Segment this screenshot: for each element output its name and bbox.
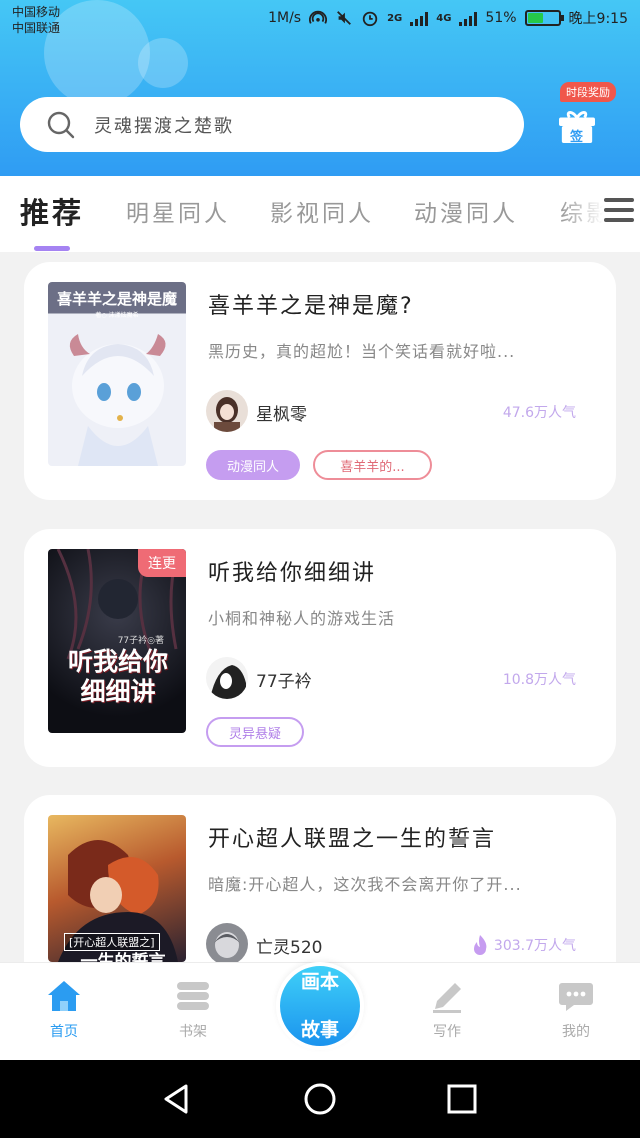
nav-home[interactable]: 首页 [14, 963, 114, 1061]
gift-label: 签 [570, 130, 584, 145]
author-avatar[interactable] [206, 657, 248, 699]
popularity-value: 47.6万人气 [502, 405, 576, 421]
popularity: 10.8万人气 [503, 669, 576, 689]
topic-tag[interactable]: 喜羊羊的... [313, 450, 432, 480]
genre-tag[interactable]: 灵异悬疑 [206, 717, 304, 747]
battery-icon [524, 10, 564, 26]
alarm-icon [362, 11, 378, 27]
cover-title: 喜羊羊之是神是魔 [56, 290, 177, 308]
net-4g-label: 4G [436, 12, 452, 24]
book-desc: 黑历史，真的超尬！当个笑话看就好啦... [208, 342, 516, 361]
tab-film-fanfic[interactable]: 影视同人 [270, 194, 374, 228]
system-nav-bar [0, 1060, 640, 1138]
clock: 晚上9:15 [568, 11, 628, 27]
home-icon [48, 981, 80, 1011]
recents-icon[interactable] [445, 1082, 479, 1116]
cover-author: 77子衿◎著 [117, 636, 164, 646]
decor-bubble [138, 38, 188, 88]
author-name[interactable]: 77子衿 [256, 667, 312, 692]
nav-write-label: 写作 [433, 1024, 461, 1040]
cover-art [69, 334, 166, 466]
author-name[interactable]: 亡灵520 [256, 933, 322, 958]
reward-badge: 时段奖励 [560, 82, 616, 102]
book-title[interactable]: 听我给你细细讲 [208, 555, 376, 587]
nav-bookshelf-label: 书架 [179, 1024, 207, 1040]
carrier-2: 中国联通 [12, 21, 61, 35]
search-bar[interactable]: 灵魂摆渡之楚歌 [20, 97, 524, 152]
nav-mine-label: 我的 [562, 1024, 590, 1040]
book-card[interactable]: 喜羊羊之是神是魔 著○ 沫漾炫魔希 喜羊羊之是神是魔? 黑历史，真的超尬！当个笑… [24, 262, 616, 500]
cover-title: 听我给你细细讲 [67, 647, 168, 706]
status-right: 1M/s 2G 4G 51% 晚上9:15 [268, 8, 628, 28]
book-desc: 小桐和神秘人的游戏生活 [208, 609, 396, 628]
tab-anime-fanfic[interactable]: 动漫同人 [414, 194, 518, 228]
message-icon [559, 983, 593, 1011]
book-desc: 暗魔:开心超人，这次我不会离开你了开... [208, 875, 522, 894]
book-title[interactable]: 喜羊羊之是神是魔? [208, 288, 414, 320]
fire-icon [473, 935, 487, 955]
author-avatar[interactable] [206, 923, 248, 965]
book-cover: [开心超人联盟之] 一生的誓言 [48, 815, 186, 962]
popularity: 47.6万人气 [503, 402, 576, 422]
signal-icon [410, 10, 429, 26]
search-placeholder: 灵魂摆渡之楚歌 [94, 115, 234, 137]
serializing-badge: 连更 [138, 549, 186, 577]
category-tabs: 推荐 明星同人 影视同人 动漫同人 综影 [0, 176, 640, 252]
net-speed: 1M/s [268, 10, 302, 26]
net-2g-label: 2G [387, 12, 403, 24]
nav-mine[interactable]: 我的 [526, 963, 626, 1061]
genre-tag[interactable]: 动漫同人 [206, 450, 300, 480]
status-bar: 中国移动 中国联通 1M/s 2G 4G 51% 晚上9:15 [0, 0, 640, 40]
carrier-info: 中国移动 中国联通 [12, 4, 60, 36]
nav-home-label: 首页 [50, 1024, 78, 1040]
back-icon[interactable] [160, 1082, 194, 1116]
center-line-2: 故事 [300, 1019, 339, 1041]
more-categories-button[interactable] [604, 198, 634, 226]
book-cover: 连更 77子衿◎著 听我给你细细讲 [48, 549, 186, 733]
book-title[interactable]: 开心超人联盟之一生的誓言 [208, 821, 496, 853]
tab-active-indicator [34, 246, 70, 251]
carrier-1: 中国移动 [12, 5, 61, 19]
author-name[interactable]: 星枫零 [256, 400, 307, 425]
home-circle-icon[interactable] [303, 1082, 337, 1116]
tab-star-fanfic[interactable]: 明星同人 [126, 194, 230, 228]
header: 中国移动 中国联通 1M/s 2G 4G 51% 晚上9:15 灵魂摆渡之楚歌 … [0, 0, 640, 176]
draw-story-button[interactable]: 画本 故事 [276, 962, 364, 1050]
mute-icon [337, 11, 352, 25]
signal-icon [459, 10, 478, 26]
book-card[interactable]: 连更 77子衿◎著 听我给你细细讲 听我给你细细讲 小桐和神秘人的游戏生活 77… [24, 529, 616, 767]
center-line-1: 画本 [300, 971, 339, 993]
bookshelf-icon [177, 982, 209, 1010]
popularity: 303.7万人气 [472, 935, 576, 955]
book-cover: 喜羊羊之是神是魔 著○ 沫漾炫魔希 [48, 282, 186, 466]
pen-icon [433, 983, 461, 1013]
tab-recommend[interactable]: 推荐 [20, 190, 84, 232]
checkin-gift-button[interactable]: 时段奖励 签 [556, 82, 626, 152]
nav-bookshelf[interactable]: 书架 [143, 963, 243, 1061]
cover-subtitle: 一生的誓言 [80, 952, 166, 962]
search-icon [47, 111, 75, 138]
popularity-value: 303.7万人气 [493, 938, 576, 954]
author-avatar[interactable] [206, 390, 248, 432]
popularity-value: 10.8万人气 [502, 672, 576, 688]
battery-percent: 51% [485, 10, 517, 26]
nav-write[interactable]: 写作 [397, 963, 497, 1061]
hotspot-icon [309, 10, 328, 24]
